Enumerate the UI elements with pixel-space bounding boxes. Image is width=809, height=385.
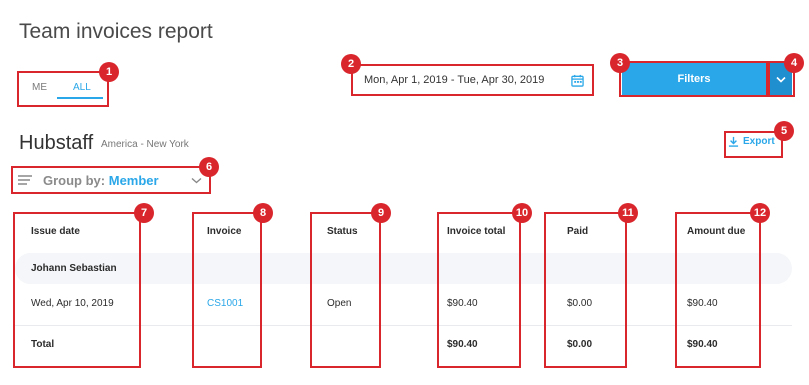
chevron-down-icon xyxy=(191,177,202,183)
column-header-issue-date[interactable]: Issue date xyxy=(31,226,80,237)
total-paid: $0.00 xyxy=(567,339,593,350)
cell-status: Open xyxy=(327,298,352,309)
filters-button[interactable]: Filters xyxy=(622,63,766,95)
annotation-badge-3: 3 xyxy=(610,53,630,73)
toggle-me[interactable]: ME xyxy=(22,78,57,99)
group-row-name: Johann Sebastian xyxy=(31,263,117,274)
annotation-badge-11: 11 xyxy=(618,203,638,223)
column-header-invoice-total[interactable]: Invoice total xyxy=(447,226,505,237)
annotation-badge-12: 12 xyxy=(750,203,770,223)
cell-issue-date: Wed, Apr 10, 2019 xyxy=(31,298,114,309)
page-title: Team invoices report xyxy=(19,20,213,43)
annotation-badge-1: 1 xyxy=(99,62,119,82)
organization-timezone: America - New York xyxy=(101,139,189,150)
annotation-badge-9: 9 xyxy=(371,203,391,223)
organization-name: Hubstaff xyxy=(19,132,94,154)
group-by-value: Member xyxy=(108,172,159,188)
annotation-badge-5: 5 xyxy=(774,121,794,141)
export-button[interactable]: Export xyxy=(728,136,775,147)
chevron-down-icon xyxy=(776,76,786,83)
export-label: Export xyxy=(743,136,775,147)
group-by-label: Group by: xyxy=(43,172,106,188)
annotation-badge-6: 6 xyxy=(199,157,219,177)
row-divider xyxy=(15,325,792,326)
annotation-badge-4: 4 xyxy=(784,53,804,73)
column-header-status[interactable]: Status xyxy=(327,226,358,237)
column-header-invoice[interactable]: Invoice xyxy=(207,226,241,237)
scope-toggle: ME ALL xyxy=(22,78,103,99)
cell-amount-due: $90.40 xyxy=(687,298,718,309)
total-label: Total xyxy=(31,339,55,350)
invoice-link[interactable]: CS1001 xyxy=(207,298,243,309)
date-range-picker[interactable]: Mon, Apr 1, 2019 - Tue, Apr 30, 2019 xyxy=(354,66,592,94)
menu-lines-icon xyxy=(18,175,32,185)
annotation-badge-2: 2 xyxy=(341,54,361,74)
total-invoice-total: $90.40 xyxy=(447,339,478,350)
group-row xyxy=(15,253,792,284)
total-amount-due: $90.40 xyxy=(687,339,718,350)
cell-invoice-total: $90.40 xyxy=(447,298,478,309)
annotation-badge-8: 8 xyxy=(253,203,273,223)
group-by-select[interactable]: Group by: Member xyxy=(17,169,202,191)
column-header-paid[interactable]: Paid xyxy=(567,226,588,237)
annotation-badge-10: 10 xyxy=(512,203,532,223)
date-range-value: Mon, Apr 1, 2019 - Tue, Apr 30, 2019 xyxy=(364,74,545,86)
download-icon xyxy=(728,136,739,147)
column-header-amount-due[interactable]: Amount due xyxy=(687,226,745,237)
annotation-badge-7: 7 xyxy=(134,203,154,223)
calendar-icon xyxy=(571,74,584,87)
cell-paid: $0.00 xyxy=(567,298,593,309)
toggle-all[interactable]: ALL xyxy=(57,78,103,99)
